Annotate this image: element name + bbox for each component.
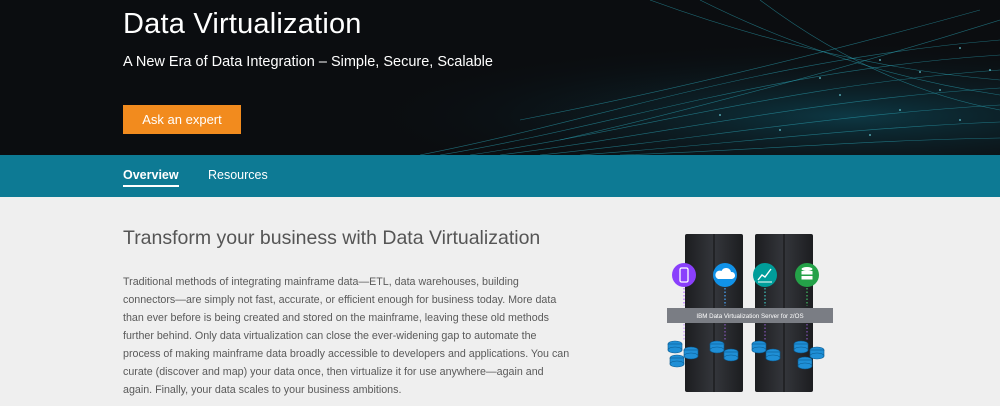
section-body: Traditional methods of integrating mainf… xyxy=(123,276,570,396)
hero-banner: Data Virtualization A New Era of Data In… xyxy=(0,0,1000,155)
tab-resources[interactable]: Resources xyxy=(208,168,268,182)
tab-overview[interactable]: Overview xyxy=(123,168,179,187)
analytics-icon xyxy=(753,263,777,287)
cloud-icon xyxy=(713,263,737,287)
page-subtitle: A New Era of Data Integration – Simple, … xyxy=(123,54,493,70)
ask-an-expert-button[interactable]: Ask an expert xyxy=(123,105,241,134)
data-virtualization-server-illustration: IBM Data Virtualization Server for z/OS xyxy=(667,234,833,392)
section-heading: Transform your business with Data Virtua… xyxy=(123,227,541,249)
server-label: IBM Data Virtualization Server for z/OS xyxy=(696,313,803,320)
tab-bar: Overview Resources xyxy=(0,155,1000,197)
page-title: Data Virtualization xyxy=(123,8,362,40)
mobile-icon xyxy=(672,263,696,287)
database-icon xyxy=(795,263,819,287)
